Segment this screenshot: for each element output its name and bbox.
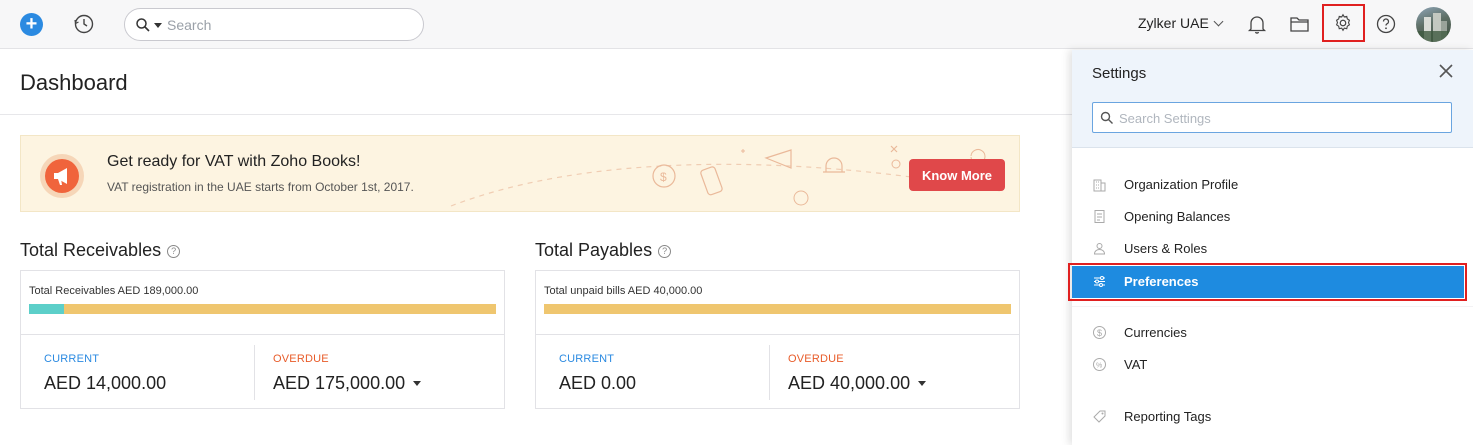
settings-item-opening-balances[interactable]: Opening Balances xyxy=(1072,201,1473,233)
gear-icon xyxy=(1335,13,1351,32)
payables-total: Total unpaid bills AED 40,000.00 xyxy=(544,285,703,297)
settings-search-input[interactable] xyxy=(1119,109,1439,127)
chevron-down-icon xyxy=(1213,16,1224,27)
payables-current-label: CURRENT xyxy=(559,353,615,365)
preferences-highlight-outline xyxy=(1068,263,1467,301)
payables-overdue-amount: AED 40,000.00 xyxy=(788,373,911,393)
info-question-icon[interactable]: ? xyxy=(167,245,181,258)
svg-text:$: $ xyxy=(660,170,667,184)
settings-panel-title: Settings xyxy=(1092,65,1147,82)
receivables-current-fill xyxy=(29,304,64,314)
receivables-total: Total Receivables AED 189,000.00 xyxy=(29,285,199,297)
building-icon xyxy=(1093,179,1106,192)
organization-name: Zylker UAE xyxy=(1138,15,1209,31)
receivables-title: Total Receivables xyxy=(20,240,162,260)
search-scope-caret-icon[interactable] xyxy=(154,23,162,28)
settings-item-label: VAT xyxy=(1124,357,1148,372)
settings-item-reporting-tags[interactable]: Reporting Tags xyxy=(1072,401,1473,433)
banner-subtitle: VAT registration in the UAE starts from … xyxy=(107,180,414,194)
card-divider xyxy=(536,334,1019,335)
close-icon[interactable] xyxy=(1438,63,1454,79)
card-divider xyxy=(21,334,504,335)
settings-panel-header: Settings xyxy=(1072,50,1473,148)
tag-icon xyxy=(1093,410,1106,423)
payables-section-title: Total Payables? xyxy=(535,240,672,261)
banner-title: Get ready for VAT with Zoho Books! xyxy=(107,153,361,170)
receivables-progress-bar xyxy=(29,304,496,314)
know-more-button[interactable]: Know More xyxy=(909,159,1005,191)
recent-history-icon[interactable] xyxy=(72,12,96,36)
receivables-current-label: CURRENT xyxy=(44,353,100,365)
search-icon xyxy=(136,18,150,32)
payables-overdue-dropdown[interactable]: AED 40,000.00 xyxy=(788,373,927,394)
top-bar: + Zylker UAE xyxy=(0,0,1473,49)
megaphone-icon xyxy=(40,154,84,198)
settings-search-box[interactable] xyxy=(1092,102,1452,133)
user-avatar[interactable] xyxy=(1416,7,1451,42)
settings-item-vat[interactable]: % VAT xyxy=(1072,349,1473,381)
settings-item-users-roles[interactable]: Users & Roles xyxy=(1072,233,1473,265)
payables-title: Total Payables xyxy=(535,240,653,260)
document-icon xyxy=(1094,210,1105,223)
payables-progress-bar xyxy=(544,304,1011,314)
payables-card: Total unpaid bills AED 40,000.00 CURRENT… xyxy=(535,270,1020,409)
caret-down-icon xyxy=(918,381,927,386)
settings-item-label: Currencies xyxy=(1124,325,1187,340)
settings-item-label: Organization Profile xyxy=(1124,177,1239,192)
users-icon xyxy=(1093,243,1106,255)
search-icon xyxy=(1100,111,1113,124)
payables-current-amount: AED 0.00 xyxy=(559,373,637,393)
card-vertical-divider xyxy=(254,345,255,400)
receivables-overdue-dropdown[interactable]: AED 175,000.00 xyxy=(273,373,422,394)
notifications-bell-icon[interactable] xyxy=(1245,12,1269,36)
settings-item-label: Users & Roles xyxy=(1124,241,1208,256)
info-question-icon[interactable]: ? xyxy=(658,245,672,258)
settings-group-separator xyxy=(1072,306,1473,307)
global-search-input[interactable] xyxy=(167,15,407,35)
receivables-overdue-amount: AED 175,000.00 xyxy=(273,373,406,393)
percent-icon: % xyxy=(1093,358,1106,371)
organization-switcher[interactable]: Zylker UAE xyxy=(1138,15,1224,31)
help-icon[interactable] xyxy=(1374,12,1398,36)
settings-item-currencies[interactable]: $ Currencies xyxy=(1072,317,1473,349)
quick-create-plus-button[interactable]: + xyxy=(20,13,43,36)
currency-icon: $ xyxy=(1093,326,1106,339)
payables-overdue-label: OVERDUE xyxy=(788,353,844,365)
settings-gear-button[interactable] xyxy=(1322,4,1365,42)
global-search-box[interactable] xyxy=(124,8,424,41)
title-divider xyxy=(0,114,1072,115)
banner-decoration: $ xyxy=(450,145,1002,207)
card-vertical-divider xyxy=(769,345,770,400)
receivables-card: Total Receivables AED 189,000.00 CURRENT… xyxy=(20,270,505,409)
page-title: Dashboard xyxy=(20,70,128,95)
settings-panel: Settings Organization Profile Opening Ba… xyxy=(1072,50,1473,445)
receivables-current-amount: AED 14,000.00 xyxy=(44,373,167,393)
settings-item-label: Reporting Tags xyxy=(1124,409,1212,424)
caret-down-icon xyxy=(413,381,422,386)
svg-text:$: $ xyxy=(1097,328,1102,338)
vat-promo-banner: $ Get ready for VAT with Zoho Books! VAT… xyxy=(20,135,1020,212)
receivables-overdue-label: OVERDUE xyxy=(273,353,329,365)
documents-folder-icon[interactable] xyxy=(1288,12,1312,36)
settings-item-organization-profile[interactable]: Organization Profile xyxy=(1072,169,1473,201)
settings-item-label: Opening Balances xyxy=(1124,209,1231,224)
svg-text:%: % xyxy=(1096,363,1102,370)
receivables-section-title: Total Receivables? xyxy=(20,240,181,261)
